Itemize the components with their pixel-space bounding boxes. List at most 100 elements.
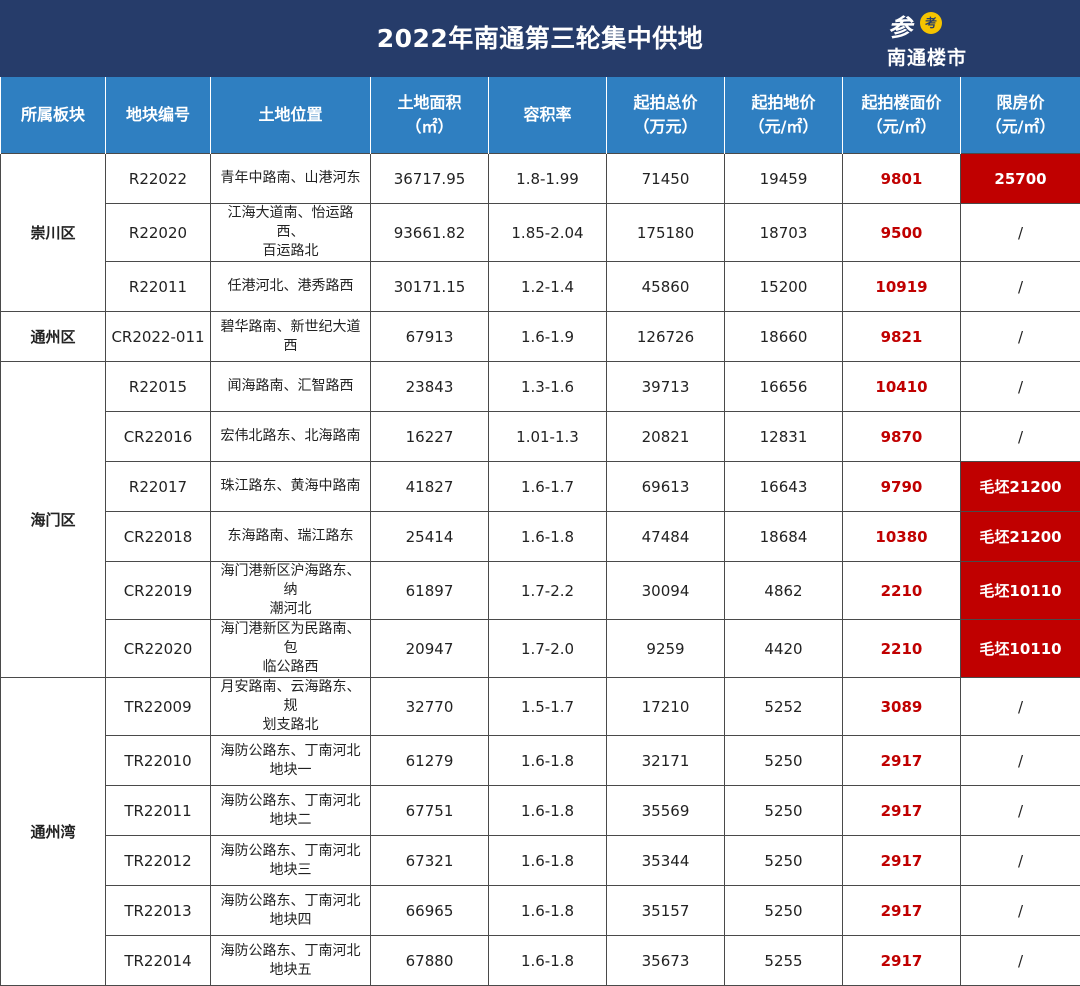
column-header-total-price: 起拍总价（万元） [607,77,725,154]
column-header-text: 起拍地价 [751,93,815,112]
location-cell: 青年中路南、山港河东 [211,154,371,204]
far-cell: 1.8-1.99 [489,154,607,204]
location-cell: 海防公路东、丁南河北地块四 [211,886,371,936]
area-cell: 61897 [371,562,489,620]
table-row: 崇川区R22022青年中路南、山港河东36717.951.8-1.9971450… [1,154,1080,204]
limit-price-cell: 25700 [961,154,1080,204]
total-price-cell: 20821 [607,412,725,462]
total-price-cell: 30094 [607,562,725,620]
limit-price-cell: / [961,362,1080,412]
parcel-code-cell: R22022 [106,154,211,204]
land-price-cell: 5250 [725,836,843,886]
parcel-code-cell: CR2022-011 [106,312,211,362]
area-cell: 61279 [371,736,489,786]
limit-price-cell: / [961,204,1080,262]
land-price-cell: 5255 [725,936,843,986]
column-header-text: 起拍总价 [633,93,697,112]
parcel-code-cell: CR22019 [106,562,211,620]
parcel-code-cell: R22015 [106,362,211,412]
column-header-text: 所属板块 [21,105,85,124]
brand-logo: 参 考 南通楼市 [882,6,972,72]
area-cell: 93661.82 [371,204,489,262]
table-row: TR22011海防公路东、丁南河北地块二677511.6-1.835569525… [1,786,1080,836]
land-price-cell: 15200 [725,262,843,312]
district-cell: 通州湾 [1,678,106,986]
floor-price-cell: 2917 [843,886,961,936]
column-header-text: 土地位置 [258,105,322,124]
parcel-code-cell: TR22011 [106,786,211,836]
land-price-cell: 12831 [725,412,843,462]
total-price-cell: 17210 [607,678,725,736]
table-row: TR22014海防公路东、丁南河北地块五678801.6-1.835673525… [1,936,1080,986]
limit-price-cell: / [961,736,1080,786]
table-row: R22020江海大道南、怡运路西、百运路北93661.821.85-2.0417… [1,204,1080,262]
table-row: R22011任港河北、港秀路西30171.151.2-1.44586015200… [1,262,1080,312]
total-price-cell: 175180 [607,204,725,262]
total-price-cell: 35344 [607,836,725,886]
limit-price-cell: / [961,786,1080,836]
column-header-text: 限房价 [996,93,1044,112]
total-price-cell: 45860 [607,262,725,312]
floor-price-cell: 9870 [843,412,961,462]
parcel-code-cell: R22017 [106,462,211,512]
location-cell: 月安路南、云海路东、规划支路北 [211,678,371,736]
area-cell: 41827 [371,462,489,512]
far-cell: 1.6-1.8 [489,886,607,936]
table-row: TR22012海防公路东、丁南河北地块三673211.6-1.835344525… [1,836,1080,886]
parcel-code-cell: R22011 [106,262,211,312]
logo-glyph: 参 [888,8,912,43]
land-price-cell: 19459 [725,154,843,204]
far-cell: 1.7-2.0 [489,620,607,678]
floor-price-cell: 2917 [843,836,961,886]
column-header-text: （㎡） [405,117,453,136]
column-header-floor-price: 起拍楼面价（元/㎡） [843,77,961,154]
column-header-land-price: 起拍地价 （元/㎡） [725,77,843,154]
limit-price-cell: / [961,886,1080,936]
column-header-text: （元/㎡） [749,117,819,136]
total-price-cell: 71450 [607,154,725,204]
total-price-cell: 35569 [607,786,725,836]
parcel-code-cell: TR22012 [106,836,211,886]
limit-price-cell: / [961,678,1080,736]
parcel-code-cell: TR22010 [106,736,211,786]
area-cell: 66965 [371,886,489,936]
area-cell: 23843 [371,362,489,412]
location-cell: 海防公路东、丁南河北地块三 [211,836,371,886]
far-cell: 1.7-2.2 [489,562,607,620]
land-price-cell: 18684 [725,512,843,562]
parcel-code-cell: CR22020 [106,620,211,678]
column-header-district: 所属板块 [1,77,106,154]
land-price-cell: 16643 [725,462,843,512]
far-cell: 1.2-1.4 [489,262,607,312]
parcel-code-cell: TR22013 [106,886,211,936]
table-row: CR22019海门港新区沪海路东、纳潮河北618971.7-2.23009448… [1,562,1080,620]
column-header-text: 地块编号 [126,105,190,124]
location-cell: 海防公路东、丁南河北地块一 [211,736,371,786]
column-header-text: （元/㎡） [867,117,937,136]
location-cell: 东海路南、瑞江路东 [211,512,371,562]
area-cell: 20947 [371,620,489,678]
location-cell: 宏伟北路东、北海路南 [211,412,371,462]
parcel-code-cell: TR22014 [106,936,211,986]
table-row: CR22018东海路南、瑞江路东254141.6-1.8474841868410… [1,512,1080,562]
floor-price-cell: 2917 [843,936,961,986]
logo-badge: 考 [920,12,942,34]
column-header-code: 地块编号 [106,77,211,154]
column-header-text: （元/㎡） [986,117,1056,136]
area-cell: 67751 [371,786,489,836]
parcel-code-cell: CR22018 [106,512,211,562]
land-price-cell: 18660 [725,312,843,362]
floor-price-cell: 10919 [843,262,961,312]
far-cell: 1.6-1.9 [489,312,607,362]
district-cell: 崇川区 [1,154,106,312]
floor-price-cell: 9821 [843,312,961,362]
land-price-cell: 18703 [725,204,843,262]
column-header-area: 土地面积 （㎡） [371,77,489,154]
area-cell: 25414 [371,512,489,562]
area-cell: 67321 [371,836,489,886]
column-header-text: 土地面积 [397,93,461,112]
floor-price-cell: 10410 [843,362,961,412]
column-header-far: 容积率 [489,77,607,154]
location-cell: 碧华路南、新世纪大道西 [211,312,371,362]
land-price-cell: 16656 [725,362,843,412]
